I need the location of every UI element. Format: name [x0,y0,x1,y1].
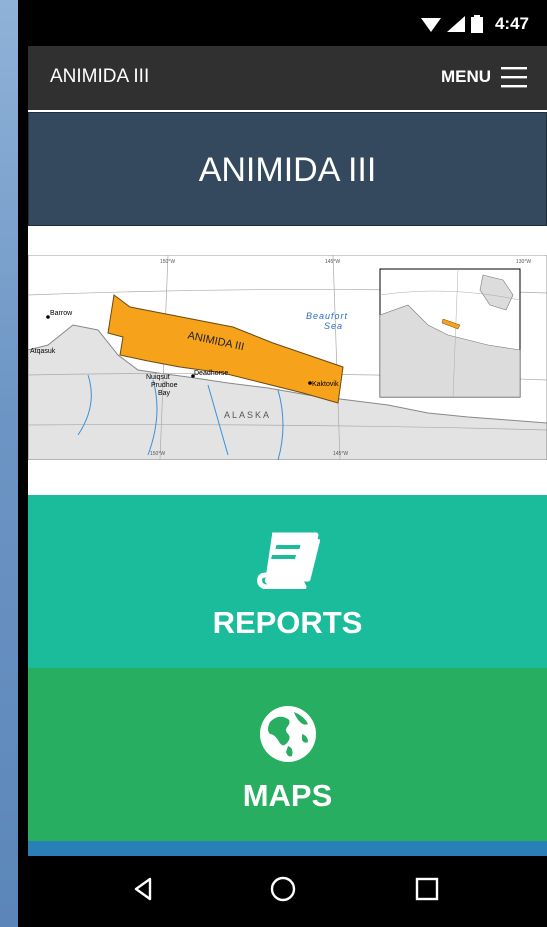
lon-150-top: 150°W [160,259,175,265]
page-title: ANIMIDA III [198,151,377,189]
lon-150-bottom: 150°W [150,451,165,457]
maps-label: MAPS [242,778,333,813]
barrow-label: Barrow [50,310,73,317]
lon-145-bottom: 145°W [333,451,348,457]
signal-icon [446,16,465,32]
next-tile-peek[interactable] [28,841,547,856]
app-bar: ANIMIDA III MENU [28,46,547,110]
menu-button[interactable]: MENU [441,66,527,88]
reports-label: REPORTS [212,605,363,640]
clock: 4:47 [494,14,529,33]
nuiqsut-label: Nuiqsut [146,374,170,381]
app-title: ANIMIDA III [50,66,150,87]
reports-tile[interactable]: REPORTS [28,495,547,668]
status-icons: 4:47 [420,14,529,34]
hamburger-icon [501,67,527,88]
wifi-icon [420,18,441,32]
phone-screen: 4:47 ANIMIDA III MENU ANIMIDA III ANIMID… [18,0,547,927]
recents-icon[interactable] [412,874,442,904]
title-banner: ANIMIDA III [28,112,547,226]
status-bar: 4:47 [18,0,547,46]
inset-map [379,268,521,398]
study-area-map[interactable]: ANIMIDA III Barrow Atqasuk Nuiqsut Prudh… [28,255,547,460]
alaska-label: ALASKA [224,410,271,420]
atqasuk-label: Atqasuk [30,348,56,355]
bay-label: Bay [158,390,171,397]
back-icon[interactable] [128,874,158,904]
maps-tile[interactable]: MAPS [28,668,547,841]
lon-130-label: 130°W [516,259,531,265]
prudhoe-label: Prudhoe [151,382,178,389]
globe-icon [259,706,316,762]
menu-label: MENU [440,67,491,86]
kaktovik-label: Kaktovik [312,381,339,388]
sea-label: Sea [324,321,343,331]
battery-icon [470,15,483,33]
deadhorse-label: Deadhorse [194,370,228,377]
lon-145-top: 145°W [325,259,340,265]
content-area: ANIMIDA III ANIMIDA III Barrow Atqasuk N… [28,110,547,856]
beaufort-label: Beaufort [306,311,348,321]
book-icon [256,532,320,589]
home-icon[interactable] [268,874,298,904]
android-nav-bar [18,856,547,927]
